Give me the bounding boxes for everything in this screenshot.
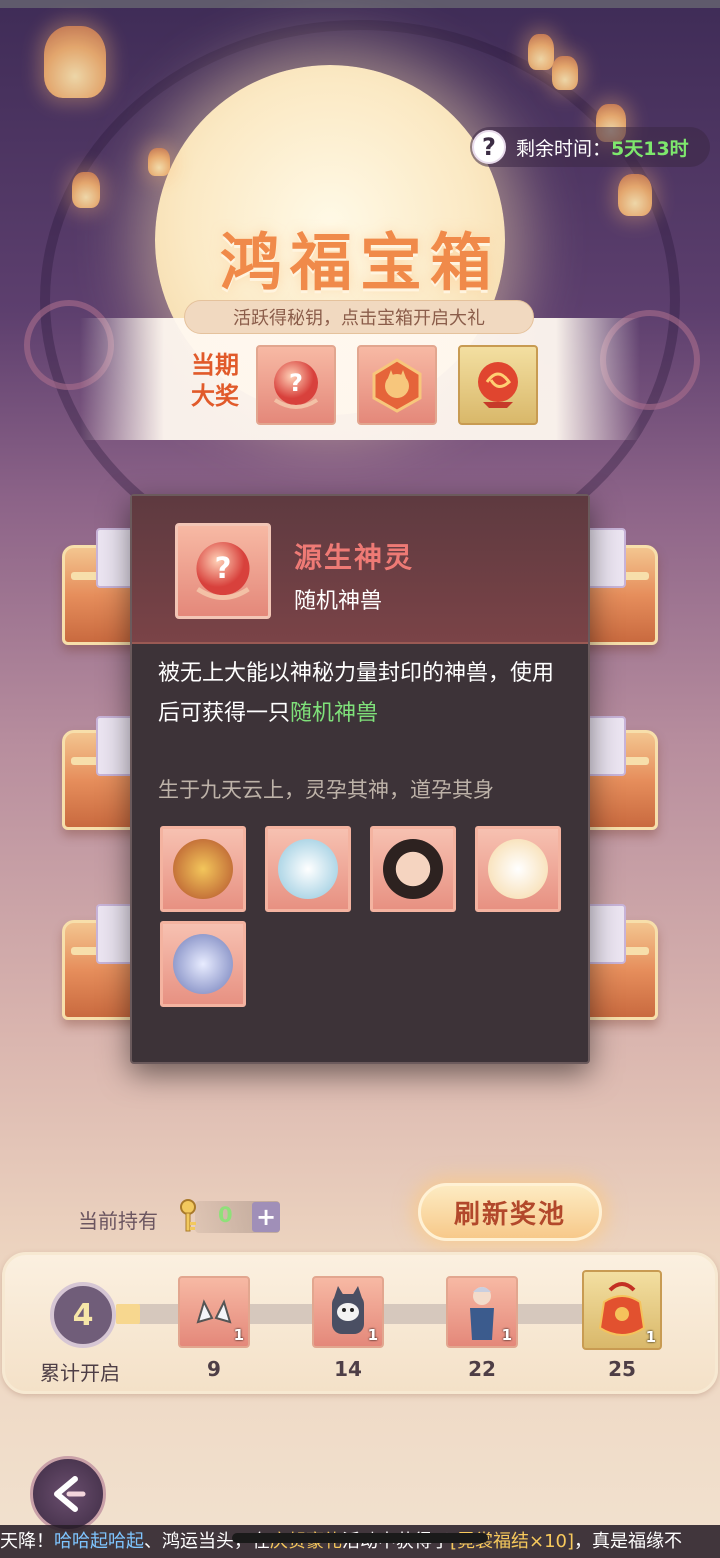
milestone-threshold: 14 xyxy=(334,1357,362,1381)
milestone-reward-cat-ears[interactable]: 1 xyxy=(178,1276,250,1348)
back-arrow-icon xyxy=(54,1476,86,1512)
timer-value: 5天13时 xyxy=(611,137,689,160)
page-title: 鸿福宝箱 xyxy=(219,226,500,299)
cat-gem-icon xyxy=(372,358,422,413)
lantern-decoration xyxy=(44,26,106,98)
beast-white-cat[interactable] xyxy=(475,826,561,912)
svg-text:?: ? xyxy=(215,551,232,585)
key-icon xyxy=(180,1199,196,1232)
prize-item-fire-orb[interactable] xyxy=(458,345,538,425)
fire-orb-icon xyxy=(478,362,518,408)
milestone-reward-husky-backpack[interactable]: 1 xyxy=(312,1276,384,1348)
grand-prize-label: 当期 大奖 xyxy=(191,351,239,410)
svg-text:?: ? xyxy=(289,369,303,397)
popup-header: ? 源生神灵 随机神兽 xyxy=(132,496,588,644)
progress-fill xyxy=(116,1304,140,1324)
popup-description: 被无上大能以神秘力量封印的神兽，使用后可获得一只随机神兽 xyxy=(158,661,555,726)
lantern-decoration xyxy=(72,172,100,208)
subtitle: 活跃得秘钥，点击宝箱开启大礼 xyxy=(184,300,534,334)
milestone-reward-character-outfit[interactable]: 1 xyxy=(446,1276,518,1348)
add-key-button[interactable]: + xyxy=(252,1202,280,1232)
lantern-decoration xyxy=(552,56,578,90)
timer-label: 剩余时间： xyxy=(516,137,612,160)
opened-count: 4 xyxy=(50,1282,116,1348)
milestone-threshold: 9 xyxy=(207,1357,221,1381)
popup-item-type: 随机神兽 xyxy=(294,589,383,614)
beast-golden-dragon[interactable] xyxy=(160,826,246,912)
holdings-label: 当前持有 xyxy=(78,1209,158,1233)
holdings-count: 0 xyxy=(218,1203,233,1227)
milestone-threshold: 25 xyxy=(608,1357,636,1381)
mystery-orb-icon: ? xyxy=(196,542,250,600)
top-status-strip xyxy=(0,0,720,8)
opened-count-label: 累计开启 xyxy=(40,1361,120,1385)
lantern-decoration xyxy=(618,174,652,216)
mystery-orb-icon: ? xyxy=(273,361,319,409)
popup-flavor-text: 生于九天云上，灵孕其神，道孕其身 xyxy=(158,778,494,802)
popup-item-icon: ? xyxy=(175,523,271,619)
home-indicator[interactable] xyxy=(232,1533,488,1543)
item-detail-popup: ? 源生神灵 随机神兽 被无上大能以神秘力量封印的神兽，使用后可获得一只随机神兽… xyxy=(130,494,590,1064)
remaining-time-badge: ? 剩余时间： 5天13时 xyxy=(470,127,710,167)
lantern-decoration xyxy=(528,34,554,70)
prize-item-cat-gem[interactable] xyxy=(357,345,437,425)
ticker-player-name: 哈哈起哈起 xyxy=(54,1531,144,1552)
prize-item-mystery-orb[interactable]: ? xyxy=(256,345,336,425)
beast-white-dragon[interactable] xyxy=(265,826,351,912)
milestone-reward-lucky-pouch[interactable]: 1 xyxy=(582,1270,662,1350)
popup-highlight: 随机神兽 xyxy=(290,701,379,726)
help-icon[interactable]: ? xyxy=(472,130,506,164)
refresh-pool-button[interactable]: 刷新奖池 xyxy=(418,1183,602,1241)
beast-warrior[interactable] xyxy=(370,826,456,912)
lantern-decoration xyxy=(148,148,170,176)
popup-item-name: 源生神灵 xyxy=(294,541,415,574)
back-button[interactable] xyxy=(30,1456,106,1532)
milestone-threshold: 22 xyxy=(468,1357,496,1381)
beast-silver-fox[interactable] xyxy=(160,921,246,1007)
